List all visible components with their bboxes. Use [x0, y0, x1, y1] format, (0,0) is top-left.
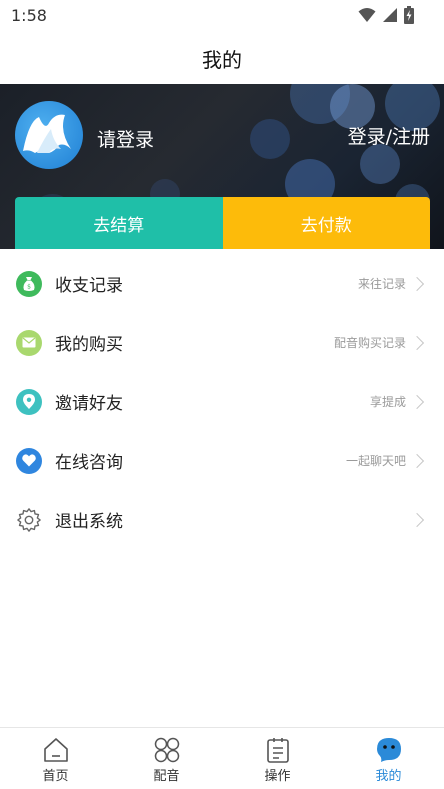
menu-label: 在线咨询 — [55, 453, 123, 473]
login-prompt[interactable]: 请登录 — [97, 125, 154, 152]
chevron-right-icon — [409, 394, 425, 409]
money-bag-icon: $ — [16, 270, 42, 297]
menu-hint: 配音购买记录 — [333, 336, 406, 350]
chevron-right-icon — [409, 453, 425, 468]
mail-icon — [16, 329, 42, 356]
tab-home[interactable]: 首页 — [0, 728, 111, 789]
page-title: 我的 — [202, 48, 242, 72]
login-register-link[interactable]: 登录/注册 — [348, 122, 430, 149]
menu-hint: 一起聊天吧 — [345, 454, 406, 468]
status-time: 1:58 — [11, 6, 47, 25]
menu-item-my-purchases[interactable]: 我的购买 配音购买记录 — [0, 313, 444, 372]
menu-label: 我的购买 — [55, 335, 123, 355]
tab-label: 我的 — [375, 769, 402, 784]
gear-icon — [16, 507, 42, 533]
tab-operations[interactable]: 操作 — [222, 728, 333, 789]
chevron-right-icon — [409, 512, 425, 527]
avatar[interactable] — [15, 101, 83, 169]
chat-bubble-icon — [376, 738, 401, 762]
signal-icon — [383, 8, 397, 22]
heart-icon — [16, 447, 42, 474]
status-icons — [358, 6, 414, 24]
home-icon — [43, 738, 68, 762]
menu-list: $ 收支记录 来往记录 我的购买 配音购买记录 邀请好友 享提成 在线咨询 一起… — [0, 254, 444, 549]
menu-item-logout[interactable]: 退出系统 — [0, 490, 444, 549]
clipboard-icon — [266, 738, 289, 763]
menu-item-invite-friends[interactable]: 邀请好友 享提成 — [0, 372, 444, 431]
menu-hint: 享提成 — [369, 395, 406, 409]
tab-mine[interactable]: 我的 — [333, 728, 444, 789]
svg-text:$: $ — [27, 283, 31, 290]
action-row: 去结算 去付款 — [15, 197, 430, 249]
location-pin-icon — [16, 388, 42, 415]
status-bar: 1:58 — [0, 0, 444, 32]
tab-dubbing[interactable]: 配音 — [111, 728, 222, 789]
menu-item-online-consult[interactable]: 在线咨询 一起聊天吧 — [0, 431, 444, 490]
battery-icon — [404, 6, 414, 24]
wifi-icon — [358, 8, 376, 22]
app-logo-icon — [23, 114, 71, 153]
tab-label: 配音 — [153, 769, 180, 784]
title-bar: 我的 — [0, 32, 444, 84]
pay-button[interactable]: 去付款 — [222, 197, 430, 249]
banner-decoration — [250, 119, 290, 159]
grid-icon — [154, 737, 179, 763]
chevron-right-icon — [409, 276, 425, 291]
settle-button[interactable]: 去结算 — [15, 197, 223, 249]
banner-decoration — [360, 144, 400, 184]
chevron-right-icon — [409, 335, 425, 350]
bottom-tab-bar: 首页 配音 操作 我的 — [0, 727, 444, 789]
tab-label: 操作 — [264, 769, 291, 784]
menu-label: 退出系统 — [55, 512, 123, 532]
menu-item-income-records[interactable]: $ 收支记录 来往记录 — [0, 254, 444, 313]
menu-label: 收支记录 — [55, 276, 123, 296]
tab-label: 首页 — [42, 769, 69, 784]
menu-hint: 来往记录 — [357, 277, 406, 291]
menu-label: 邀请好友 — [55, 394, 123, 414]
